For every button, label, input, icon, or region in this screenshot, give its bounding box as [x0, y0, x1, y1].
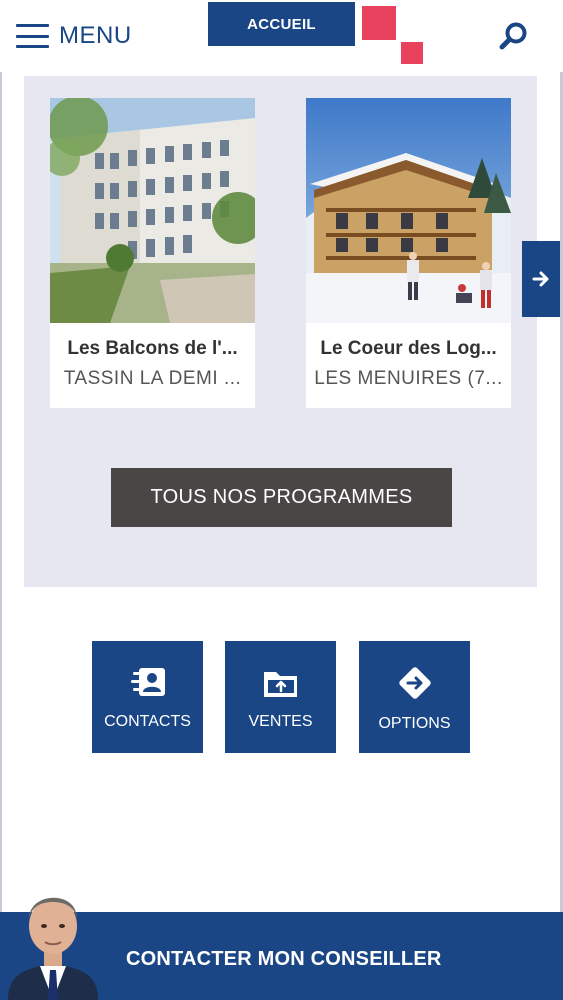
search-icon — [499, 22, 527, 50]
program-title: Le Coeur des Log... — [320, 338, 497, 359]
program-location: TASSIN LA DEMI ... — [63, 368, 242, 389]
options-tile[interactable]: OPTIONS — [359, 641, 470, 753]
all-programs-button[interactable]: TOUS NOS PROGRAMMES — [111, 468, 452, 527]
program-image-chalet — [306, 98, 511, 323]
program-location: LES MENUIRES (7... — [314, 368, 503, 389]
program-image-building — [50, 98, 255, 323]
advisor-avatar — [4, 878, 102, 1000]
contact-advisor-label: CONTACTER MON CONSEILLER — [126, 948, 442, 970]
program-card[interactable]: Les Balcons de l'... TASSIN LA DEMI ... — [50, 98, 255, 408]
contacts-tile[interactable]: CONTACTS — [92, 641, 203, 753]
sales-label: VENTES — [248, 713, 313, 730]
sales-tile[interactable]: VENTES — [225, 641, 336, 753]
arrow-right-icon — [532, 271, 549, 287]
page-border-left — [0, 0, 2, 1000]
contacts-icon — [130, 668, 165, 696]
folder-upload-icon — [263, 672, 297, 697]
app-header: MENU ACCUEIL — [0, 0, 563, 72]
diamond-arrow-icon — [398, 667, 431, 699]
search-button[interactable] — [497, 20, 531, 54]
brand-logo-square-small — [401, 42, 423, 64]
brand-logo-square-large — [362, 6, 396, 40]
hamburger-icon — [16, 24, 49, 48]
carousel-next-button[interactable] — [522, 241, 560, 317]
home-tab[interactable]: ACCUEIL — [208, 2, 355, 46]
contacts-label: CONTACTS — [104, 713, 191, 730]
program-card[interactable]: Le Coeur des Log... LES MENUIRES (7... — [306, 98, 511, 408]
menu-label: MENU — [59, 22, 132, 49]
program-title: Les Balcons de l'... — [67, 338, 238, 359]
menu-button[interactable]: MENU — [16, 20, 132, 52]
options-label: OPTIONS — [378, 715, 451, 732]
